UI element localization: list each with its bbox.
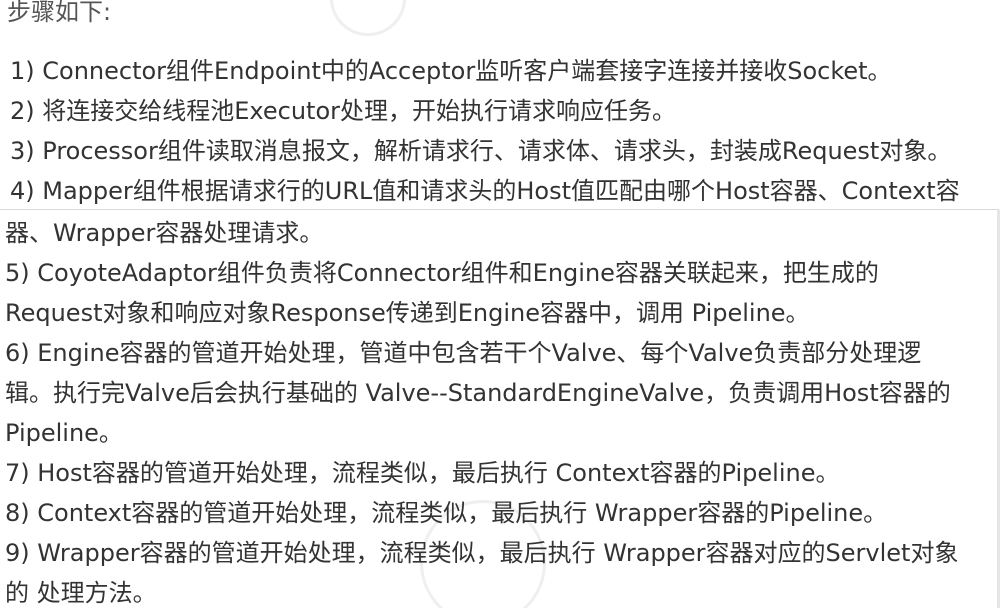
step-line-5-cont: Request对象和响应对象Response传递到Engine容器中，调用 Pi… <box>5 299 810 327</box>
step-line-1: 1) Connector组件Endpoint中的Acceptor监听客户端套接字… <box>10 57 892 85</box>
step-line-6-cont: 辑。执行完Valve后会执行基础的 Valve--StandardEngineV… <box>5 379 951 407</box>
step-line-6-cont2: Pipeline。 <box>5 419 123 447</box>
step-line-9-cont: 的 处理方法。 <box>5 579 157 607</box>
watermark-logo <box>330 0 406 36</box>
step-line-3: 3) Processor组件读取消息报文，解析请求行、请求体、请求头，封装成Re… <box>10 137 952 165</box>
steps-heading: 步骤如下: <box>7 0 112 26</box>
step-line-2: 2) 将连接交给线程池Executor处理，开始执行请求响应任务。 <box>10 97 677 125</box>
step-line-4: 4) Mapper组件根据请求行的URL值和请求头的Host值匹配由哪个Host… <box>10 177 960 205</box>
step-line-4-cont: 器、Wrapper容器处理请求。 <box>5 219 324 247</box>
step-line-6: 6) Engine容器的管道开始处理，管道中包含若干个Valve、每个Valve… <box>5 339 922 367</box>
step-line-9: 9) Wrapper容器的管道开始处理，流程类似，最后执行 Wrapper容器对… <box>5 539 959 567</box>
step-line-5: 5) CoyoteAdaptor组件负责将Connector组件和Engine容… <box>5 259 879 287</box>
step-line-7: 7) Host容器的管道开始处理，流程类似，最后执行 Context容器的Pip… <box>5 459 840 487</box>
step-line-8: 8) Context容器的管道开始处理，流程类似，最后执行 Wrapper容器的… <box>5 499 888 527</box>
